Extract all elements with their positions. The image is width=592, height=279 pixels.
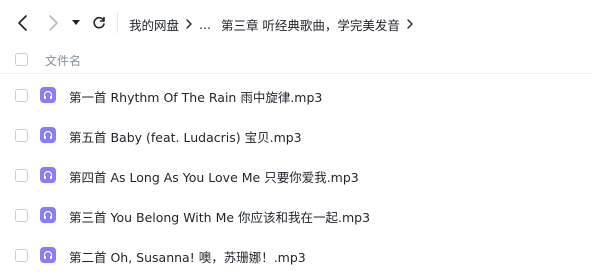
audio-file-icon <box>40 127 56 143</box>
audio-file-icon <box>40 167 56 183</box>
refresh-icon <box>93 16 105 29</box>
toolbar: 我的网盘 ... 第三章 听经典歌曲，学完美发音 <box>0 0 592 46</box>
file-name[interactable]: 第一首 Rhythm Of The Rain 雨中旋律.mp3 <box>69 87 322 106</box>
toolbar-divider <box>117 13 118 33</box>
file-name[interactable]: 第二首 Oh, Susanna! 噢，苏珊娜！.mp3 <box>69 247 306 266</box>
back-button[interactable] <box>12 12 34 34</box>
chevron-right-icon <box>49 15 58 31</box>
row-checkbox[interactable] <box>15 169 28 182</box>
history-dropdown-button[interactable] <box>68 12 84 34</box>
select-all-checkbox[interactable] <box>15 53 28 66</box>
file-row[interactable]: 第五首 Baby (feat. Ludacris) 宝贝.mp3 <box>0 115 592 155</box>
row-checkbox[interactable] <box>15 249 28 262</box>
file-list-header: 文件名 <box>0 46 592 74</box>
breadcrumb-separator-icon <box>186 19 192 29</box>
file-row[interactable]: 第三首 You Belong With Me 你应该和我在一起.mp3 <box>0 195 592 235</box>
row-checkbox[interactable] <box>15 129 28 142</box>
audio-file-icon <box>40 87 56 103</box>
caret-down-icon <box>72 20 80 25</box>
file-row[interactable]: 第二首 Oh, Susanna! 噢，苏珊娜！.mp3 <box>0 235 592 275</box>
breadcrumb-separator-icon <box>407 19 413 29</box>
column-header-filename[interactable]: 文件名 <box>45 52 81 69</box>
chevron-left-icon <box>18 15 27 31</box>
audio-file-icon <box>40 247 56 263</box>
file-row[interactable]: 第一首 Rhythm Of The Rain 雨中旋律.mp3 <box>0 75 592 115</box>
breadcrumb-root[interactable]: 我的网盘 <box>129 15 179 34</box>
file-name[interactable]: 第四首 As Long As You Love Me 只要你爱我.mp3 <box>69 167 359 186</box>
breadcrumb: 我的网盘 ... 第三章 听经典歌曲，学完美发音 <box>129 14 420 34</box>
row-checkbox[interactable] <box>15 209 28 222</box>
breadcrumb-current[interactable]: 第三章 听经典歌曲，学完美发音 <box>221 15 400 34</box>
refresh-button[interactable] <box>88 12 110 34</box>
file-row[interactable]: 第四首 As Long As You Love Me 只要你爱我.mp3 <box>0 155 592 195</box>
row-checkbox[interactable] <box>15 89 28 102</box>
file-name[interactable]: 第三首 You Belong With Me 你应该和我在一起.mp3 <box>69 207 370 226</box>
audio-file-icon <box>40 207 56 223</box>
file-name[interactable]: 第五首 Baby (feat. Ludacris) 宝贝.mp3 <box>69 127 302 146</box>
breadcrumb-ellipsis[interactable]: ... <box>199 17 211 32</box>
forward-button[interactable] <box>42 12 64 34</box>
